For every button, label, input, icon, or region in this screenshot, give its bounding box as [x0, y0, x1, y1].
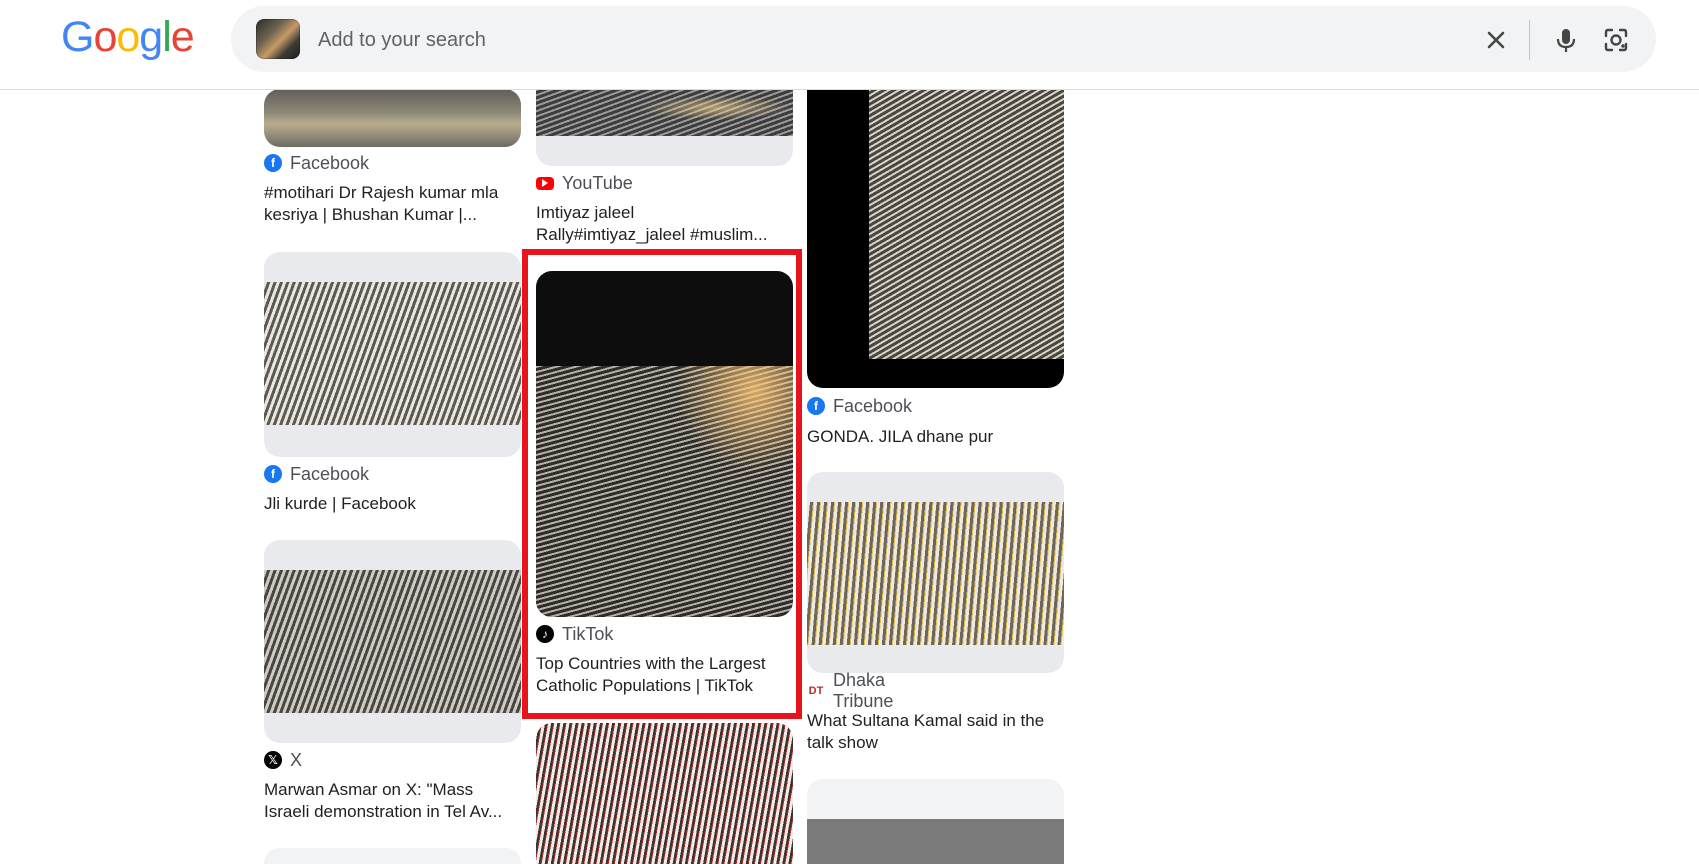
result-title-line: Israeli demonstration in Tel Av... — [264, 802, 503, 821]
result-title[interactable]: Jli kurde | Facebook — [264, 493, 524, 515]
result-thumbnail[interactable] — [264, 252, 521, 457]
result-title-line: Jli kurde | Facebook — [264, 494, 416, 513]
result-source-label: Facebook — [290, 463, 370, 484]
result-title[interactable]: GONDA. JILA dhane pur — [807, 426, 1067, 448]
search-input[interactable] — [316, 24, 1220, 56]
search-box[interactable] — [231, 6, 1656, 72]
lens-icon[interactable] — [1601, 25, 1631, 55]
tiktok-icon: ♪ — [536, 625, 554, 643]
result-source: f Facebook — [264, 463, 369, 485]
logo-letter-l: l — [162, 13, 172, 61]
result-thumbnail[interactable] — [536, 271, 793, 617]
dhaka-tribune-icon: DT — [808, 685, 824, 697]
logo-letter-g: G — [61, 13, 94, 61]
result-title-line: talk show — [807, 733, 878, 752]
mic-icon[interactable] — [1551, 25, 1581, 55]
result-thumbnail-next[interactable] — [264, 848, 521, 864]
result-source: DT Dhaka Tribune — [807, 670, 894, 711]
result-source: YouTube — [536, 172, 633, 194]
result-thumbnail[interactable] — [536, 89, 793, 166]
result-thumbnail-next[interactable] — [536, 723, 793, 864]
result-title-line: Top Countries with the Largest — [536, 654, 766, 673]
result-source: f Facebook — [264, 152, 369, 174]
result-title[interactable]: Imtiyaz jaleel Rally#imtiyaz_jaleel #mus… — [536, 202, 796, 246]
result-title-line: kesriya | Bhushan Kumar |... — [264, 205, 477, 224]
search-image-thumbnail[interactable] — [256, 19, 300, 59]
result-source: f Facebook — [807, 395, 912, 417]
facebook-icon: f — [264, 154, 282, 172]
header: Google — [0, 0, 1699, 90]
result-source-label: Facebook — [833, 395, 913, 416]
result-thumbnail-next[interactable] — [807, 779, 1064, 864]
logo-letter-o1: o — [93, 13, 117, 61]
result-thumbnail[interactable] — [807, 89, 1064, 388]
close-icon[interactable] — [1481, 25, 1511, 55]
result-title[interactable]: Top Countries with the Largest Catholic … — [536, 653, 786, 697]
result-title[interactable]: #motihari Dr Rajesh kumar mla kesriya | … — [264, 182, 524, 226]
result-source-label: YouTube — [562, 172, 633, 193]
facebook-icon: f — [807, 397, 825, 415]
google-logo[interactable]: Google — [61, 12, 195, 62]
x-icon: 𝕏 — [264, 751, 282, 769]
result-source-label: TikTok — [562, 623, 614, 644]
search-divider — [1529, 20, 1530, 60]
result-title-line: Imtiyaz jaleel — [536, 203, 635, 222]
result-title-line: What Sultana Kamal said in the — [807, 711, 1045, 730]
logo-letter-g2: g — [139, 13, 163, 61]
result-source-label: X — [290, 749, 303, 770]
result-title[interactable]: Marwan Asmar on X: "Mass Israeli demonst… — [264, 779, 524, 823]
google-image-results-page: Google Add to your search f Facebook #mo… — [0, 0, 1699, 864]
result-title-line: GONDA. JILA dhane pur — [807, 427, 994, 446]
facebook-icon: f — [264, 465, 282, 483]
result-thumbnail[interactable] — [264, 89, 521, 147]
result-thumbnail[interactable] — [264, 540, 521, 743]
logo-letter-o2: o — [116, 13, 140, 61]
result-source-label: Facebook — [290, 152, 370, 173]
result-source: 𝕏 X — [264, 749, 302, 771]
result-title[interactable]: What Sultana Kamal said in the talk show — [807, 710, 1067, 754]
result-source-label: Dhaka Tribune — [833, 670, 894, 711]
result-title-line: Catholic Populations | TikTok — [536, 676, 754, 695]
result-title-line: Rally#imtiyaz_jaleel #muslim... — [536, 225, 768, 244]
result-thumbnail[interactable] — [807, 472, 1064, 673]
result-source: ♪ TikTok — [536, 623, 613, 645]
logo-letter-e: e — [170, 13, 195, 61]
youtube-icon — [536, 176, 554, 190]
result-title-line: #motihari Dr Rajesh kumar mla — [264, 183, 499, 202]
result-title-line: Marwan Asmar on X: "Mass — [264, 780, 474, 799]
